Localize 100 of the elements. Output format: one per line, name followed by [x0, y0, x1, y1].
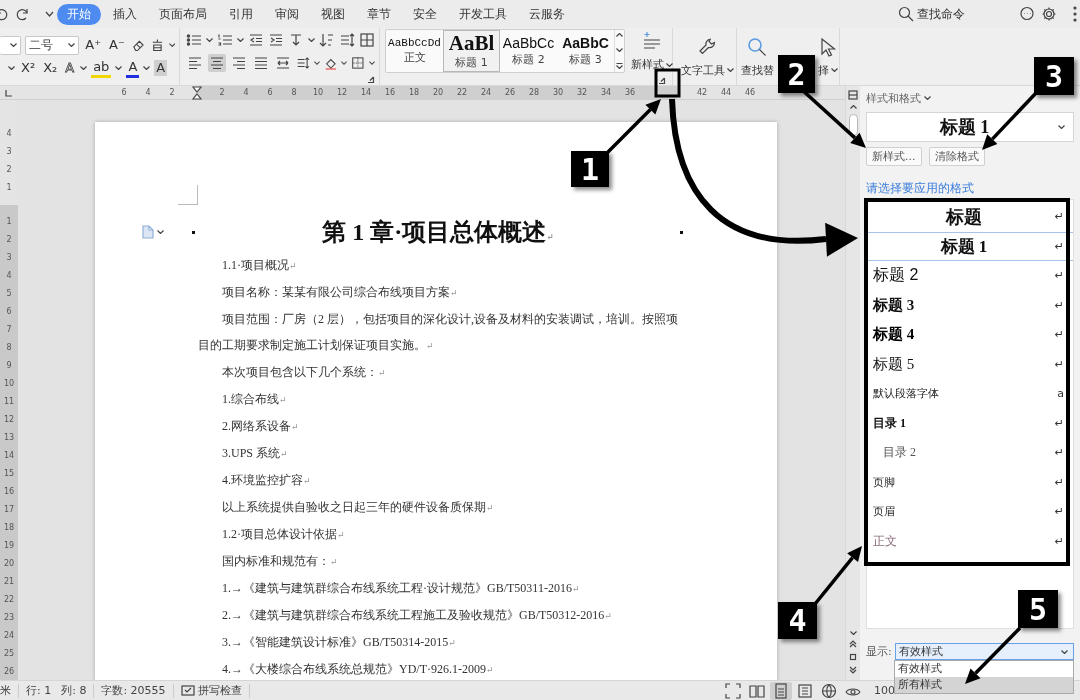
browse-object-icon[interactable]	[849, 653, 857, 661]
scrollbar-thumb[interactable]	[848, 114, 858, 136]
text-tools-button[interactable]: 文字工具	[681, 35, 734, 78]
previous-page-icon[interactable]	[849, 640, 857, 648]
caret-icon[interactable]	[143, 66, 151, 70]
menu-tab[interactable]: 引用	[219, 3, 263, 25]
dropdown-option[interactable]: 所有样式	[895, 677, 1073, 693]
caret-icon[interactable]	[115, 66, 123, 70]
caret-icon[interactable]	[68, 43, 76, 47]
show-select[interactable]: 有效样式	[894, 643, 1074, 660]
redo-icon[interactable]	[15, 6, 31, 22]
scroll-up-icon[interactable]	[616, 33, 623, 37]
new-style-button[interactable]: 新样式...	[866, 147, 922, 166]
chat-icon[interactable]	[1019, 6, 1035, 22]
table-icon[interactable]	[359, 31, 375, 48]
next-page-icon[interactable]	[849, 666, 857, 674]
highlight-button[interactable]: ab	[91, 58, 112, 78]
style-list-item[interactable]: 标题 3 ↵	[867, 290, 1073, 320]
select-button[interactable]: 择	[816, 35, 840, 78]
style-list-item[interactable]: 默认段落字体 a	[867, 379, 1073, 409]
style-list-item[interactable]: 页眉 ↵	[867, 497, 1073, 527]
menu-tab[interactable]: 审阅	[265, 3, 309, 25]
gear-icon[interactable]	[1041, 6, 1057, 22]
style-list-item[interactable]: 标题 ↵	[867, 202, 1073, 232]
style-list-item[interactable]: 标题 2 ↵	[867, 261, 1073, 291]
style-list-item[interactable]: 标题 4 ↵	[867, 320, 1073, 350]
style-list-item[interactable]: 页脚 ↵	[867, 467, 1073, 497]
indent-icon[interactable]	[268, 31, 284, 48]
font-size-field[interactable]: 二号	[24, 35, 80, 55]
caret-icon	[831, 68, 838, 72]
caret-icon[interactable]	[206, 37, 213, 42]
ruler-toggle-icon[interactable]	[848, 90, 858, 100]
menu-tab[interactable]: 章节	[357, 3, 401, 25]
style-list-item[interactable]: 标题 5 ↵	[867, 349, 1073, 379]
caret-icon	[666, 62, 673, 67]
ruler-label: 16	[383, 88, 397, 97]
clear-format-button[interactable]: 清除格式	[928, 147, 985, 166]
scroll-down-icon[interactable]	[849, 631, 857, 635]
tab-stop-icon[interactable]	[5, 88, 13, 97]
command-search[interactable]: 查找命令	[898, 5, 965, 23]
scroll-down-icon[interactable]	[616, 48, 623, 52]
caret-icon[interactable]	[9, 43, 17, 47]
outdent-icon[interactable]	[248, 31, 264, 48]
current-style-field[interactable]: 标题 1	[866, 112, 1074, 142]
text-direction-icon[interactable]	[288, 31, 304, 48]
menu-tab[interactable]: 插入	[103, 3, 147, 25]
caret-icon[interactable]	[237, 37, 244, 42]
dialog-launcher-icon[interactable]	[658, 77, 666, 85]
font-size-button[interactable]: A⁻	[107, 37, 127, 53]
style-list-item[interactable]: 目录 1 ↵	[867, 408, 1073, 438]
font-name-field[interactable]	[0, 35, 21, 55]
menu-tab[interactable]: 开发工具	[449, 3, 517, 25]
sort-icon[interactable]	[319, 31, 335, 48]
caret-icon[interactable]	[80, 66, 88, 70]
style-list-item[interactable]: 正文 ↵	[867, 526, 1073, 556]
caret-icon[interactable]	[308, 37, 315, 42]
line-spacing-icon[interactable]	[339, 31, 355, 48]
caret-icon[interactable]	[924, 96, 931, 100]
align-center-button[interactable]	[208, 53, 226, 72]
fullscreen-view-button[interactable]	[722, 681, 744, 700]
style-list-item[interactable]: 标题 1 ↵	[867, 231, 1073, 261]
font-color-button[interactable]: A	[126, 58, 140, 78]
dropdown-option[interactable]: 有效样式	[895, 661, 1073, 677]
caret-icon[interactable]	[341, 60, 348, 65]
style-gallery-item[interactable]: AaBl 标题 1	[443, 30, 500, 72]
more-icon[interactable]	[1073, 6, 1077, 22]
menu-tab[interactable]: 安全	[403, 3, 447, 25]
scroll-up-icon[interactable]	[849, 105, 857, 109]
style-gallery-item[interactable]: AaBbC 标题 3	[557, 30, 614, 72]
zoom-level[interactable]: 100	[874, 684, 895, 697]
style-list-item[interactable]: 目录 2 ↵	[867, 438, 1073, 468]
find-replace-button[interactable]: 查找替	[741, 35, 774, 78]
shading-button[interactable]: A	[154, 60, 168, 76]
line-spacing-icon[interactable]	[296, 54, 310, 71]
subscript-button[interactable]: X₂	[41, 60, 60, 76]
page-view-button[interactable]	[770, 681, 792, 700]
superscript-button[interactable]: X²	[19, 60, 38, 76]
menu-tab[interactable]: 云服务	[519, 3, 575, 25]
style-gallery-item[interactable]: AaBbCc 标题 2	[500, 30, 557, 72]
style-gallery-item[interactable]: AaBbCcDd 正文	[386, 30, 443, 72]
caret-icon[interactable]	[168, 43, 175, 47]
menu-tab[interactable]: 视图	[311, 3, 355, 25]
more-styles-icon[interactable]	[616, 63, 623, 69]
caret-icon[interactable]	[369, 60, 375, 65]
bullet-list-icon[interactable]	[186, 31, 202, 48]
style-type-mark: ↵	[1054, 298, 1064, 312]
web-icon	[821, 682, 837, 699]
dialog-launcher-icon[interactable]	[367, 76, 375, 84]
font-size-button[interactable]: A⁺	[83, 37, 104, 53]
indent-marker-icon[interactable]	[192, 85, 202, 100]
new-style-button[interactable]: 新样式	[631, 30, 673, 72]
spell-check-button[interactable]: 拼写检查	[180, 683, 242, 698]
caret-icon[interactable]	[313, 60, 320, 65]
align-left-icon	[187, 54, 203, 71]
caret-icon[interactable]	[157, 230, 164, 234]
caret-icon[interactable]	[45, 11, 54, 17]
ruler-label: 8	[6, 342, 12, 354]
caret-icon[interactable]	[8, 66, 15, 70]
border-icon[interactable]	[351, 54, 366, 71]
menu-tab[interactable]: 页面布局	[149, 3, 217, 25]
